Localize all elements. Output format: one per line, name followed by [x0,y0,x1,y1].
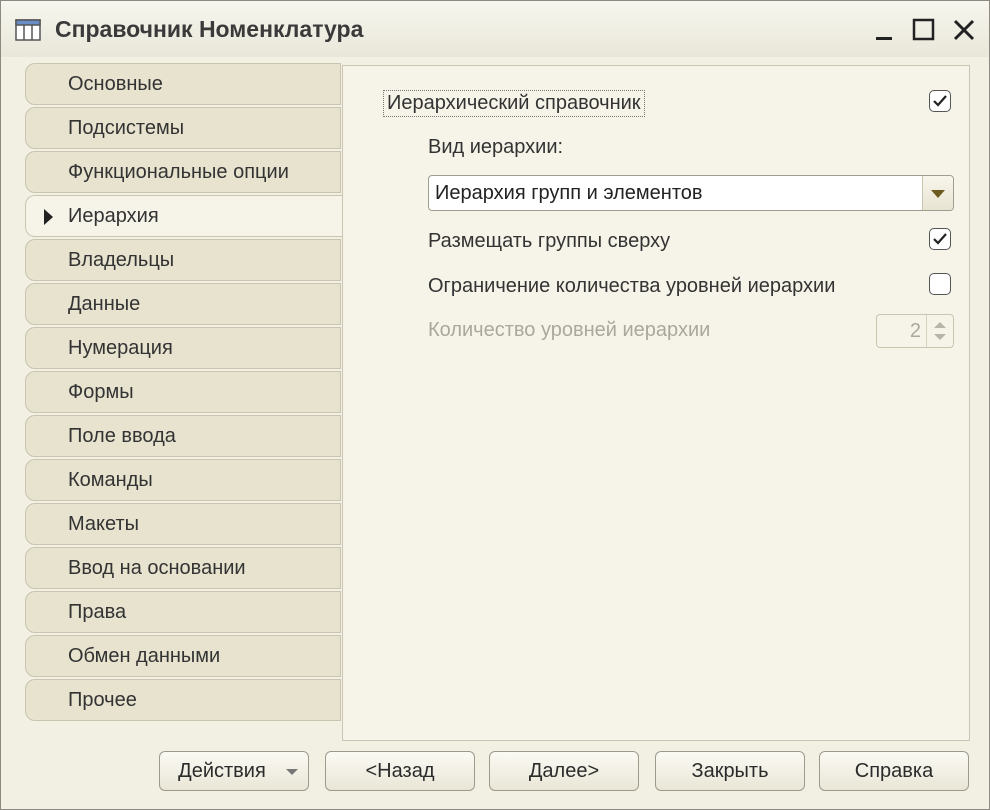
tab-label: Макеты [68,513,139,535]
actions-button-label: Действия [178,760,266,782]
tab-commands[interactable]: Команды [25,459,341,501]
close-window-button[interactable] [949,15,979,45]
checkmark-icon [933,95,947,107]
maximize-button[interactable] [909,15,939,45]
tab-data[interactable]: Данные [25,283,341,325]
help-button[interactable]: Справка [819,751,969,791]
tab-label: Иерархия [68,205,159,227]
limit-levels-label: Ограничение количества уровней иерархии [428,275,836,297]
tab-label: Поле ввода [68,425,176,447]
dropdown-arrow-icon [286,769,298,775]
tab-label: Права [68,601,127,623]
level-count-value: 2 [909,320,921,342]
tab-podsistemy[interactable]: Подсистемы [25,107,341,149]
minimize-button[interactable] [870,15,900,45]
window-title: Справочник Номенклатура [55,16,364,42]
hierarchy-type-label: Вид иерархии: [428,136,564,158]
chevron-down-icon[interactable] [922,176,953,210]
tab-label: Владельцы [68,249,175,271]
tab-other[interactable]: Прочее [25,679,341,721]
chevron-up-icon[interactable] [934,322,946,328]
minimize-icon [876,37,892,40]
tab-forms[interactable]: Формы [25,371,341,413]
tab-rights[interactable]: Права [25,591,341,633]
tab-osnovnye[interactable]: Основные [25,63,341,105]
tab-label: Данные [68,293,141,315]
back-button[interactable]: <Назад [325,751,475,791]
hierarchy-type-select[interactable]: Иерархия групп и элементов [428,175,954,211]
tab-hierarchy[interactable]: Иерархия [25,195,343,237]
tab-label: Прочее [68,689,137,711]
tab-templates[interactable]: Макеты [25,503,341,545]
tab-input-field[interactable]: Поле ввода [25,415,341,457]
groups-on-top-label: Размещать группы сверху [428,230,671,252]
close-button[interactable]: Закрыть [655,751,805,791]
table-icon [15,19,41,41]
configuration-window: Справочник Номенклатура Основные Подсист… [0,0,990,810]
close-icon [953,19,975,41]
tab-functional-options[interactable]: Функциональные опции [25,151,341,193]
next-button[interactable]: Далее> [489,751,639,791]
chevron-down-icon[interactable] [934,334,946,340]
tab-label: Обмен данными [68,645,221,667]
groups-on-top-checkbox[interactable] [929,228,951,250]
tab-label: Функциональные опции [68,161,289,183]
tab-label: Формы [68,381,134,403]
checkmark-icon [933,233,947,245]
tab-data-exchange[interactable]: Обмен данными [25,635,341,677]
actions-button[interactable]: Действия [159,751,309,791]
tab-label: Основные [68,73,163,95]
title-bar[interactable]: Справочник Номенклатура [1,1,989,57]
section-tabs: Основные Подсистемы Функциональные опции… [25,63,343,725]
hierarchy-settings-panel: Иерархический справочник Вид иерархии: И… [342,65,970,741]
level-count-label: Количество уровней иерархии [428,319,711,341]
tab-label: Подсистемы [68,117,185,139]
tab-label: Команды [68,469,153,491]
maximize-icon [912,18,935,41]
tab-label: Ввод на основании [68,557,246,579]
tab-numbering[interactable]: Нумерация [25,327,341,369]
tab-input-based-on[interactable]: Ввод на основании [25,547,341,589]
level-count-stepper[interactable]: 2 [876,314,954,348]
hierarchical-catalog-label[interactable]: Иерархический справочник [383,90,645,117]
hierarchy-type-value: Иерархия групп и элементов [435,182,703,204]
tab-owners[interactable]: Владельцы [25,239,341,281]
stepper-buttons[interactable] [926,315,953,347]
active-tab-arrow-icon [44,209,53,225]
hierarchical-catalog-checkbox[interactable] [929,90,951,112]
limit-levels-checkbox[interactable] [929,273,951,295]
tab-label: Нумерация [68,337,173,359]
